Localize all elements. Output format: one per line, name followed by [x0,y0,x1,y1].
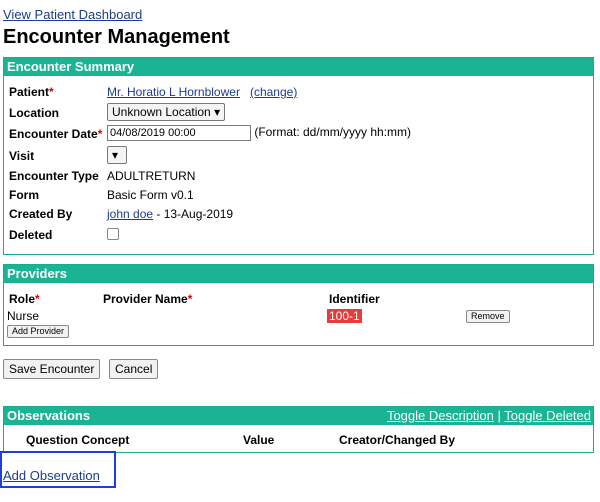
role-column-header: Role* [9,292,40,306]
toggle-deleted-link[interactable]: Toggle Deleted [504,408,591,423]
chevron-down-icon: ▾ [214,105,221,119]
provider-name-column-header: Provider Name* [103,292,193,306]
toggle-description-link[interactable]: Toggle Description [387,408,494,423]
chevron-down-icon: ▾ [112,148,119,162]
providers-header: Providers [4,265,593,283]
patient-label: Patient* [9,85,54,99]
deleted-checkbox-wrap [107,228,119,243]
remove-provider-button[interactable]: Remove [466,310,510,323]
form-label: Form [9,188,39,202]
visit-select[interactable]: ▾ [107,146,127,164]
encounter-type-value: ADULTRETURN [107,169,196,183]
save-encounter-button[interactable]: Save Encounter [3,359,101,379]
provider-role-value: Nurse [7,309,40,323]
observations-header: Observations Toggle Description | Toggle… [4,407,593,425]
encounter-date-field-wrap: 04/08/2019 00:00 (Format: dd/mm/yyyy hh:… [107,125,411,141]
encounter-date-input[interactable]: 04/08/2019 00:00 [107,125,251,141]
created-by-value: john doe - 13-Aug-2019 [107,207,233,221]
add-provider-button[interactable]: Add Provider [7,325,70,338]
form-value: Basic Form v0.1 [107,188,194,202]
location-label: Location [9,106,59,120]
created-by-label: Created By [9,207,73,221]
visit-label: Visit [9,149,35,163]
deleted-label: Deleted [9,228,53,242]
patient-change-link[interactable]: (change) [250,85,297,99]
view-patient-dashboard-link[interactable]: View Patient Dashboard [3,7,142,22]
identifier-column-header: Identifier [329,292,380,306]
encounter-date-label: Encounter Date* [9,127,103,141]
question-concept-column-header: Question Concept [26,433,130,447]
date-format-hint: (Format: dd/mm/yyyy hh:mm) [254,125,412,140]
links-separator: | [493,408,505,423]
observations-header-links: Toggle Description | Toggle Deleted [387,407,591,425]
cancel-button[interactable]: Cancel [109,359,159,379]
add-observation-link[interactable]: Add Observation [3,468,100,483]
encounter-summary-header: Encounter Summary [4,58,593,76]
value-column-header: Value [243,433,275,447]
encounter-summary-panel: Encounter Summary Patient* Mr. Horatio L… [3,57,594,255]
patient-value: Mr. Horatio L Hornblower (change) [107,85,297,99]
provider-identifier-value: 100-1 [327,309,362,323]
page-title: Encounter Management [3,26,230,48]
encounter-type-label: Encounter Type [9,169,99,183]
location-select[interactable]: Unknown Location ▾ [107,103,226,121]
observations-panel: Observations Toggle Description | Toggle… [3,406,594,453]
creator-column-header: Creator/Changed By [339,433,456,447]
providers-panel: Providers Role* Provider Name* Identifie… [3,264,594,346]
created-by-user-link[interactable]: john doe [107,207,153,221]
deleted-checkbox[interactable] [107,228,119,240]
created-date: - 13-Aug-2019 [153,207,234,221]
patient-name-link[interactable]: Mr. Horatio L Hornblower [107,85,240,99]
